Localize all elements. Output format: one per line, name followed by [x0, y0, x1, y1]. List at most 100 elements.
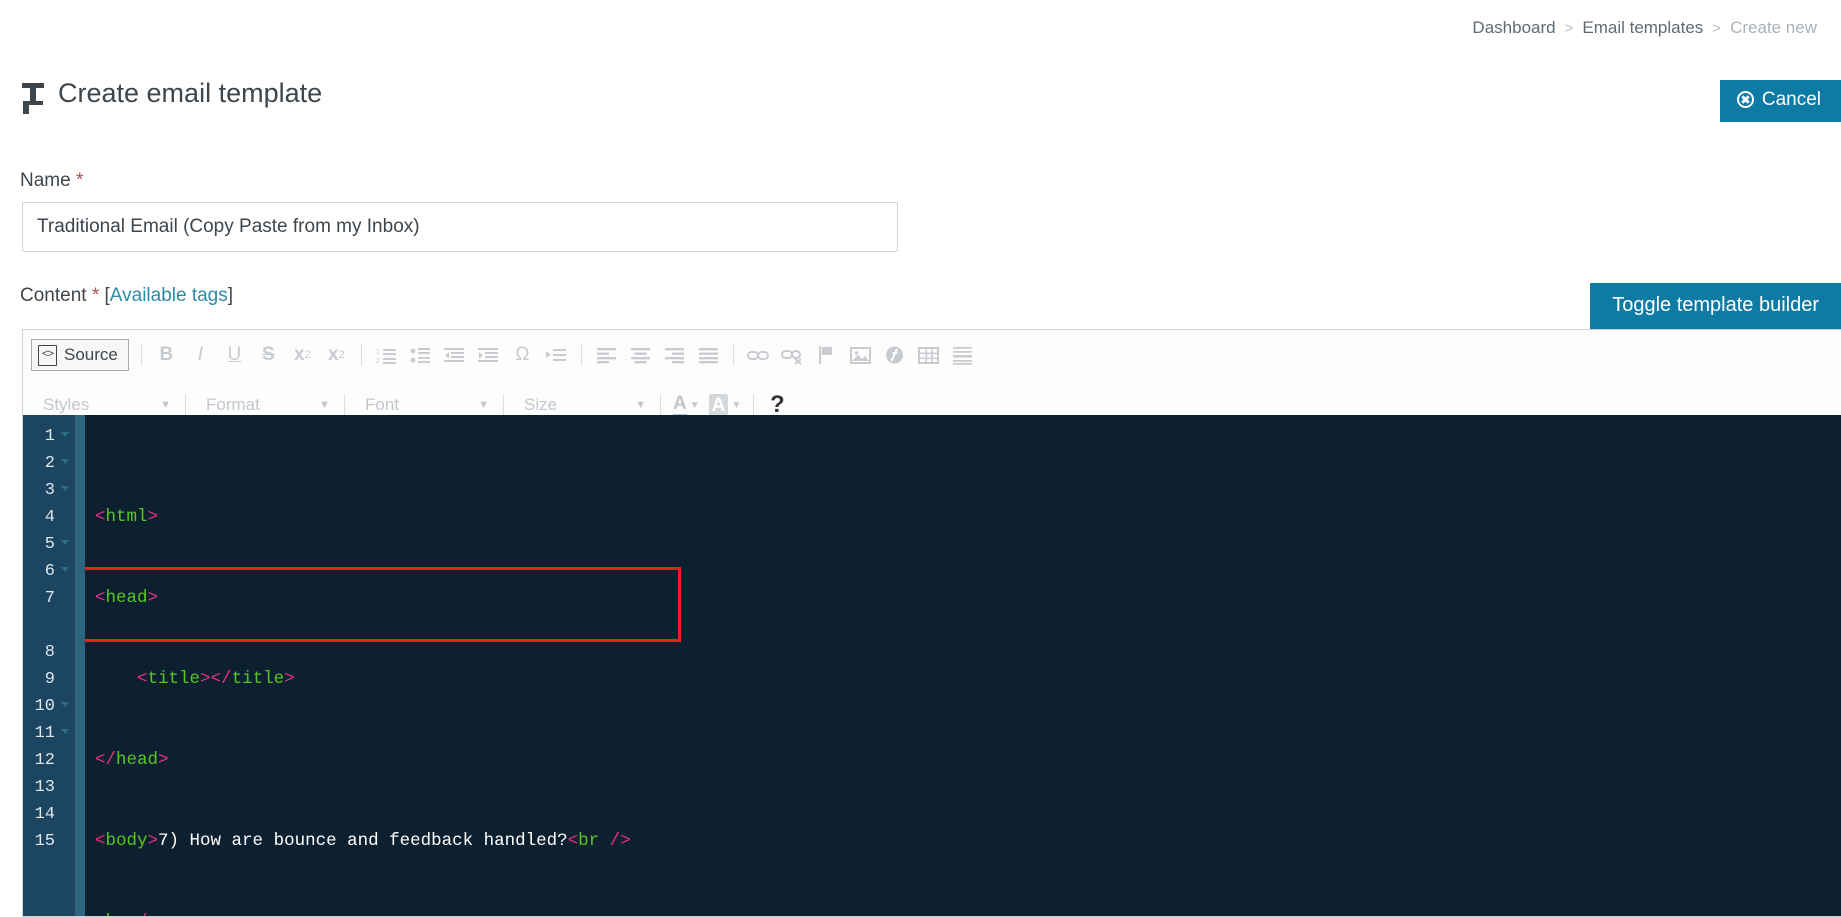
- media-embed-icon[interactable]: [878, 339, 911, 371]
- special-character-icon[interactable]: Ω: [506, 339, 539, 371]
- fold-toggle-icon[interactable]: [61, 540, 69, 545]
- blockquote-icon[interactable]: [540, 339, 573, 371]
- code-line: <head>: [95, 588, 159, 608]
- strikethrough-icon[interactable]: S: [252, 339, 285, 371]
- toolbar-separator: [732, 344, 734, 366]
- chevron-down-icon: ▼: [160, 399, 171, 411]
- toolbar-separator: [503, 394, 504, 416]
- line-number: 8: [44, 643, 55, 662]
- line-number: 12: [34, 751, 55, 770]
- available-tags-bracket-close: ]: [227, 285, 234, 306]
- page-header: Create email template Cancel: [22, 80, 1841, 124]
- text-format-icon: [22, 82, 44, 106]
- link-icon[interactable]: [742, 339, 775, 371]
- line-number: 14: [34, 805, 55, 824]
- editor-toolbar-row-1: <> Source B I U S x2 x2 12 Ω: [23, 330, 1841, 380]
- align-left-icon[interactable]: [590, 339, 623, 371]
- line-number: 1: [23, 423, 71, 450]
- code-line: </head>: [95, 750, 169, 770]
- fold-toggle-icon[interactable]: [61, 702, 69, 707]
- align-justify-icon[interactable]: [692, 339, 725, 371]
- code-line: <br />: [95, 909, 1841, 916]
- source-button[interactable]: <> Source: [31, 339, 129, 371]
- fold-toggle-icon[interactable]: [61, 432, 69, 437]
- required-asterisk: *: [75, 170, 84, 191]
- decrease-indent-icon[interactable]: [438, 339, 471, 371]
- cancel-button[interactable]: Cancel: [1719, 80, 1841, 122]
- table-icon[interactable]: [912, 339, 945, 371]
- font-dropdown-label: Font: [365, 395, 400, 414]
- fold-toggle-icon[interactable]: [61, 486, 69, 491]
- name-field-label: Name *: [20, 170, 83, 192]
- cancel-button-label: Cancel: [1761, 89, 1821, 110]
- numbered-list-icon[interactable]: 12: [370, 339, 403, 371]
- align-center-icon[interactable]: [624, 339, 657, 371]
- rich-text-editor: <> Source B I U S x2 x2 12 Ω Styles ▼ Fo…: [22, 329, 1841, 917]
- toolbar-separator: [660, 394, 661, 416]
- line-number: 5: [23, 531, 71, 558]
- source-button-label: Source: [64, 345, 118, 364]
- line-number: 10: [23, 693, 71, 720]
- line-number: 9: [44, 670, 55, 689]
- image-icon[interactable]: [844, 339, 877, 371]
- text-color-glyph: A: [673, 394, 687, 417]
- name-label-text: Name: [20, 170, 71, 191]
- line-number: 7: [44, 589, 55, 608]
- anchor-flag-icon[interactable]: [810, 339, 843, 371]
- chevron-down-icon: ▼: [319, 399, 330, 411]
- svg-text:2: 2: [376, 358, 380, 365]
- fold-toggle-icon[interactable]: [61, 567, 69, 572]
- code-content[interactable]: <html> <head> <title></title> </head> <b…: [85, 415, 1841, 916]
- content-label-text: Content: [20, 285, 87, 306]
- bulleted-list-icon[interactable]: [404, 339, 437, 371]
- size-dropdown-label: Size: [524, 395, 558, 414]
- page-title: Create email template: [22, 80, 1841, 107]
- breadcrumb-separator: >: [1564, 19, 1574, 37]
- breadcrumb-item-email-templates[interactable]: Email templates: [1582, 18, 1703, 38]
- line-number: 11: [23, 720, 71, 747]
- chevron-down-icon: ▼: [635, 399, 646, 411]
- toolbar-separator: [344, 394, 345, 416]
- styles-dropdown-label: Styles: [43, 395, 90, 414]
- italic-icon[interactable]: I: [184, 339, 217, 371]
- chevron-down-icon: ▼: [478, 399, 489, 411]
- chevron-down-icon: ▼: [689, 399, 700, 411]
- code-line: <title></title>: [137, 669, 295, 689]
- underline-icon[interactable]: U: [218, 339, 251, 371]
- line-number: 2: [23, 450, 71, 477]
- source-code-icon: <>: [38, 344, 57, 366]
- toggle-template-builder-button[interactable]: Toggle template builder: [1590, 283, 1841, 329]
- content-field-label: Content * [Available tags]: [20, 285, 233, 307]
- available-tags-link[interactable]: Available tags: [110, 285, 228, 306]
- line-number: 6: [23, 558, 71, 585]
- line-number: 13: [34, 778, 55, 797]
- subscript-icon[interactable]: x2: [286, 339, 319, 371]
- bold-icon[interactable]: B: [150, 339, 183, 371]
- breadcrumb: Dashboard > Email templates > Create new: [1472, 18, 1817, 38]
- code-line: <body>7) How are bounce and feedback han…: [95, 831, 631, 851]
- chevron-down-icon: ▼: [731, 399, 742, 411]
- line-number: 3: [23, 477, 71, 504]
- name-input[interactable]: [22, 202, 898, 252]
- unlink-icon[interactable]: [776, 339, 809, 371]
- fold-toggle-icon[interactable]: [61, 459, 69, 464]
- line-number-gutter: 1 2 3 4 5 6 7 8 9 10 11 12 13 14 15: [23, 415, 75, 916]
- toolbar-separator: [753, 394, 755, 416]
- breadcrumb-item-dashboard[interactable]: Dashboard: [1472, 18, 1555, 38]
- align-right-icon[interactable]: [658, 339, 691, 371]
- code-line: <html>: [95, 507, 159, 527]
- page-title-text: Create email template: [58, 78, 323, 108]
- increase-indent-icon[interactable]: [472, 339, 505, 371]
- breadcrumb-item-create-new: Create new: [1730, 18, 1817, 37]
- background-color-glyph: A: [708, 393, 729, 417]
- format-dropdown-label: Format: [206, 395, 260, 414]
- fold-toggle-icon[interactable]: [61, 729, 69, 734]
- horizontal-rule-icon[interactable]: [946, 339, 979, 371]
- toolbar-separator: [140, 344, 142, 366]
- line-number: 4: [44, 508, 55, 527]
- source-code-editor[interactable]: 1 2 3 4 5 6 7 8 9 10 11 12 13 14 15 <html> <head> <tit…: [23, 415, 1841, 916]
- toolbar-separator: [185, 394, 186, 416]
- required-asterisk: *: [91, 285, 100, 306]
- svg-text:1: 1: [376, 349, 380, 356]
- superscript-icon[interactable]: x2: [320, 339, 353, 371]
